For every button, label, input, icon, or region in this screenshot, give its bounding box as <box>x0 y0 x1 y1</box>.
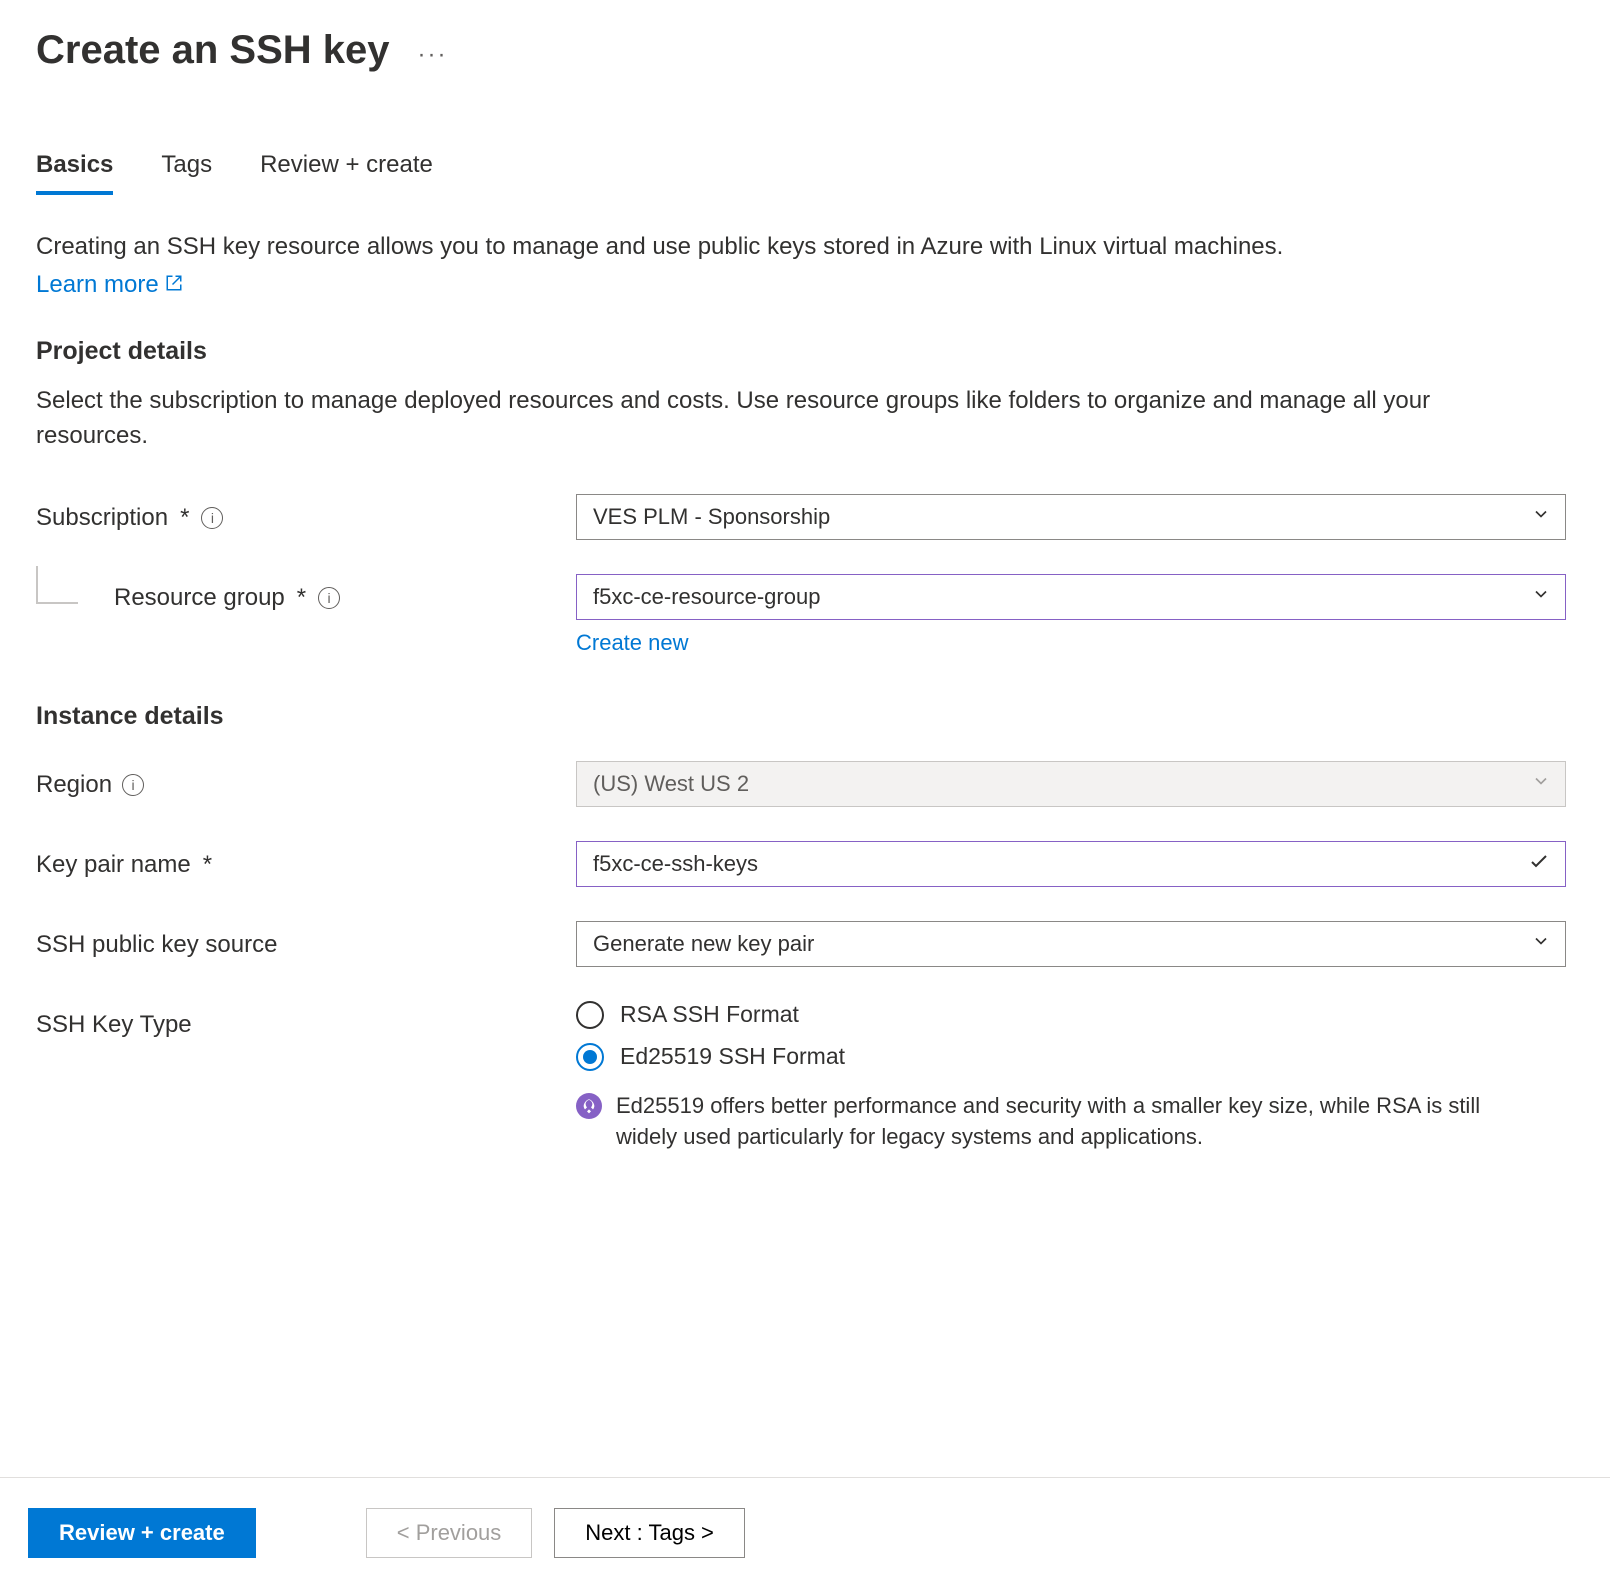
keypair-name-input[interactable]: f5xc-ce-ssh-keys <box>576 841 1566 887</box>
radio-button-icon <box>576 1043 604 1071</box>
radio-rsa[interactable]: RSA SSH Format <box>576 1001 1574 1029</box>
region-value: (US) West US 2 <box>593 771 749 797</box>
ssh-key-type-label: SSH Key Type <box>36 1011 192 1039</box>
review-create-button[interactable]: Review + create <box>28 1508 256 1558</box>
key-type-hint-text: Ed25519 offers better performance and se… <box>616 1091 1536 1153</box>
ssh-source-label: SSH public key source <box>36 931 277 959</box>
instance-details-heading: Instance details <box>36 702 1574 731</box>
region-label: Region <box>36 771 112 799</box>
tree-indent-line <box>36 566 78 604</box>
intro-text: Creating an SSH key resource allows you … <box>36 233 1283 260</box>
radio-ed25519-label: Ed25519 SSH Format <box>620 1043 845 1070</box>
keypair-name-value: f5xc-ce-ssh-keys <box>593 851 758 877</box>
info-icon[interactable]: i <box>201 507 223 529</box>
info-icon[interactable]: i <box>318 587 340 609</box>
project-details-heading: Project details <box>36 337 1574 366</box>
rocket-icon <box>576 1093 602 1119</box>
tab-tags[interactable]: Tags <box>161 151 212 193</box>
next-button[interactable]: Next : Tags > <box>554 1508 745 1558</box>
learn-more-label: Learn more <box>36 268 159 302</box>
tab-review-create[interactable]: Review + create <box>260 151 433 193</box>
checkmark-icon <box>1527 849 1551 879</box>
resource-group-label: Resource group <box>114 584 285 612</box>
radio-button-icon <box>576 1001 604 1029</box>
ssh-key-type-group: RSA SSH Format Ed25519 SSH Format Ed2551… <box>576 1001 1574 1153</box>
ssh-source-value: Generate new key pair <box>593 931 814 957</box>
tabs: Basics Tags Review + create <box>36 151 1574 194</box>
learn-more-link[interactable]: Learn more <box>36 268 183 302</box>
subscription-select[interactable]: VES PLM - Sponsorship <box>576 494 1566 540</box>
region-select: (US) West US 2 <box>576 761 1566 807</box>
tab-basics[interactable]: Basics <box>36 151 113 193</box>
required-marker: * <box>201 851 214 879</box>
chevron-down-icon <box>1531 771 1551 797</box>
resource-group-value: f5xc-ce-resource-group <box>593 584 820 610</box>
subscription-label: Subscription <box>36 504 168 532</box>
required-marker: * <box>178 504 191 532</box>
ssh-source-select[interactable]: Generate new key pair <box>576 921 1566 967</box>
radio-rsa-label: RSA SSH Format <box>620 1001 799 1028</box>
chevron-down-icon <box>1531 931 1551 957</box>
chevron-down-icon <box>1531 504 1551 530</box>
chevron-down-icon <box>1531 584 1551 610</box>
more-icon[interactable]: ··· <box>418 33 448 69</box>
resource-group-select[interactable]: f5xc-ce-resource-group <box>576 574 1566 620</box>
project-details-description: Select the subscription to manage deploy… <box>36 384 1516 454</box>
create-new-link[interactable]: Create new <box>576 630 689 656</box>
required-marker: * <box>295 584 308 612</box>
previous-button: < Previous <box>366 1508 533 1558</box>
keypair-name-label: Key pair name <box>36 851 191 879</box>
info-icon[interactable]: i <box>122 774 144 796</box>
radio-ed25519[interactable]: Ed25519 SSH Format <box>576 1043 1574 1071</box>
footer-bar: Review + create < Previous Next : Tags > <box>0 1477 1610 1588</box>
page-title: Create an SSH key <box>36 28 390 73</box>
subscription-value: VES PLM - Sponsorship <box>593 504 830 530</box>
external-link-icon <box>165 268 183 302</box>
key-type-hint: Ed25519 offers better performance and se… <box>576 1091 1536 1153</box>
